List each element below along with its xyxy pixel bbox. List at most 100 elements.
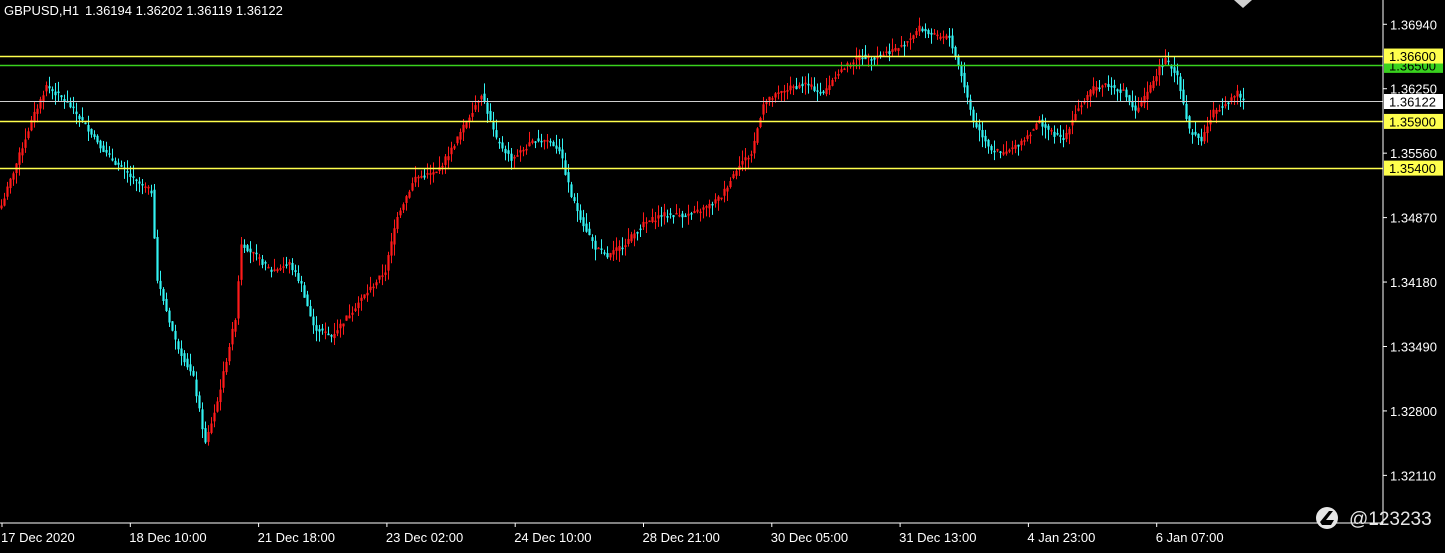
candle-body xyxy=(1158,64,1161,76)
candle-body xyxy=(315,325,318,331)
candle-body xyxy=(744,157,747,161)
candle xyxy=(345,315,348,321)
candle-body xyxy=(144,186,147,188)
time-tick-label: 28 Dec 21:00 xyxy=(643,530,720,545)
candle-body xyxy=(342,323,345,327)
level-price-tag-label: 1.36600 xyxy=(1389,49,1436,64)
time-tick-label: 21 Dec 18:00 xyxy=(258,530,335,545)
candle-body xyxy=(1119,89,1122,93)
candle-body xyxy=(453,146,456,149)
candle-body xyxy=(132,176,135,178)
price-tick-label: 1.34870 xyxy=(1390,211,1437,226)
candle-body xyxy=(195,379,198,397)
candle-body xyxy=(366,292,369,296)
candle-body xyxy=(747,157,750,160)
candle-body xyxy=(783,90,786,93)
candle-body xyxy=(378,275,381,280)
candle-body xyxy=(42,95,45,102)
candle-body xyxy=(237,281,240,319)
candle-body xyxy=(618,245,621,251)
candle-body xyxy=(915,31,918,36)
candle-body xyxy=(981,130,984,138)
candle-body xyxy=(1104,83,1107,85)
candle-body xyxy=(522,149,525,152)
candle-body xyxy=(255,252,258,255)
candle-body xyxy=(1176,70,1179,76)
ohlc-values: 1.36194 1.36202 1.36119 1.36122 xyxy=(85,3,283,18)
candle-body xyxy=(72,106,75,109)
candle-body xyxy=(804,82,807,85)
candle-body xyxy=(966,85,969,98)
time-tick-label: 4 Jan 23:00 xyxy=(1027,530,1095,545)
candle-body xyxy=(669,213,672,215)
candle-body xyxy=(162,289,165,301)
candle-body xyxy=(495,130,498,138)
candle-body xyxy=(906,41,909,43)
candle-body xyxy=(1005,151,1008,154)
candle-body xyxy=(1215,109,1218,114)
candle-body xyxy=(1107,84,1110,87)
candle xyxy=(435,171,438,174)
candle-body xyxy=(147,186,150,189)
candle-body xyxy=(1086,94,1089,101)
candle-body xyxy=(987,139,990,147)
candle-body xyxy=(93,134,96,137)
candle-body xyxy=(726,187,729,192)
candle-body xyxy=(345,315,348,321)
candle-body xyxy=(1218,109,1221,112)
candle-body xyxy=(798,84,801,88)
candle-body xyxy=(831,80,834,86)
candle-body xyxy=(1194,131,1197,135)
candle-body xyxy=(159,280,162,289)
candle-body xyxy=(699,211,702,214)
candle-body xyxy=(330,335,333,337)
candle-body xyxy=(1146,91,1149,100)
level-price-tag-label: 1.35900 xyxy=(1389,114,1436,129)
candle-body xyxy=(675,213,678,215)
candle-body xyxy=(768,96,771,101)
candle-body xyxy=(474,105,477,110)
candle-body xyxy=(918,25,921,32)
candle-body xyxy=(1101,85,1104,88)
candle-body xyxy=(150,190,153,194)
candle-body xyxy=(219,389,222,403)
candle-body xyxy=(786,90,789,92)
candle-body xyxy=(57,91,60,94)
candle-body xyxy=(513,156,516,159)
candle-body xyxy=(165,298,168,311)
candle-body xyxy=(819,92,822,94)
candle-body xyxy=(87,125,90,132)
candle-body xyxy=(216,401,219,412)
candle-body xyxy=(84,122,87,125)
time-tick-label: 6 Jan 07:00 xyxy=(1156,530,1224,545)
candle-body xyxy=(120,165,123,167)
candle-body xyxy=(1062,138,1065,140)
candle-body xyxy=(1008,149,1011,152)
candle-body xyxy=(153,189,156,239)
price-chart[interactable]: 1.369401.362501.355601.348701.341801.334… xyxy=(0,0,1445,553)
candle-body xyxy=(1032,129,1035,131)
candle-body xyxy=(933,33,936,35)
candle-body xyxy=(288,262,291,265)
time-tick-label: 17 Dec 2020 xyxy=(1,530,75,545)
candle-body xyxy=(1017,144,1020,147)
candle-body xyxy=(1026,135,1029,139)
candle-body xyxy=(354,308,357,311)
candle-body xyxy=(1041,119,1044,127)
candle-body xyxy=(117,162,120,165)
candle-body xyxy=(1134,105,1137,111)
candle-body xyxy=(75,111,78,115)
candle-body xyxy=(201,409,204,430)
candle-body xyxy=(327,333,330,336)
candle-body xyxy=(1035,123,1038,130)
candle-body xyxy=(606,253,609,258)
candle-body xyxy=(21,148,24,156)
candle-body xyxy=(588,228,591,236)
candle-body xyxy=(45,85,48,92)
candle-body xyxy=(39,99,42,109)
candle-body xyxy=(234,320,237,332)
candle-body xyxy=(228,346,231,362)
candle-body xyxy=(723,188,726,196)
candle-body xyxy=(753,140,756,154)
candle-body xyxy=(111,158,114,161)
